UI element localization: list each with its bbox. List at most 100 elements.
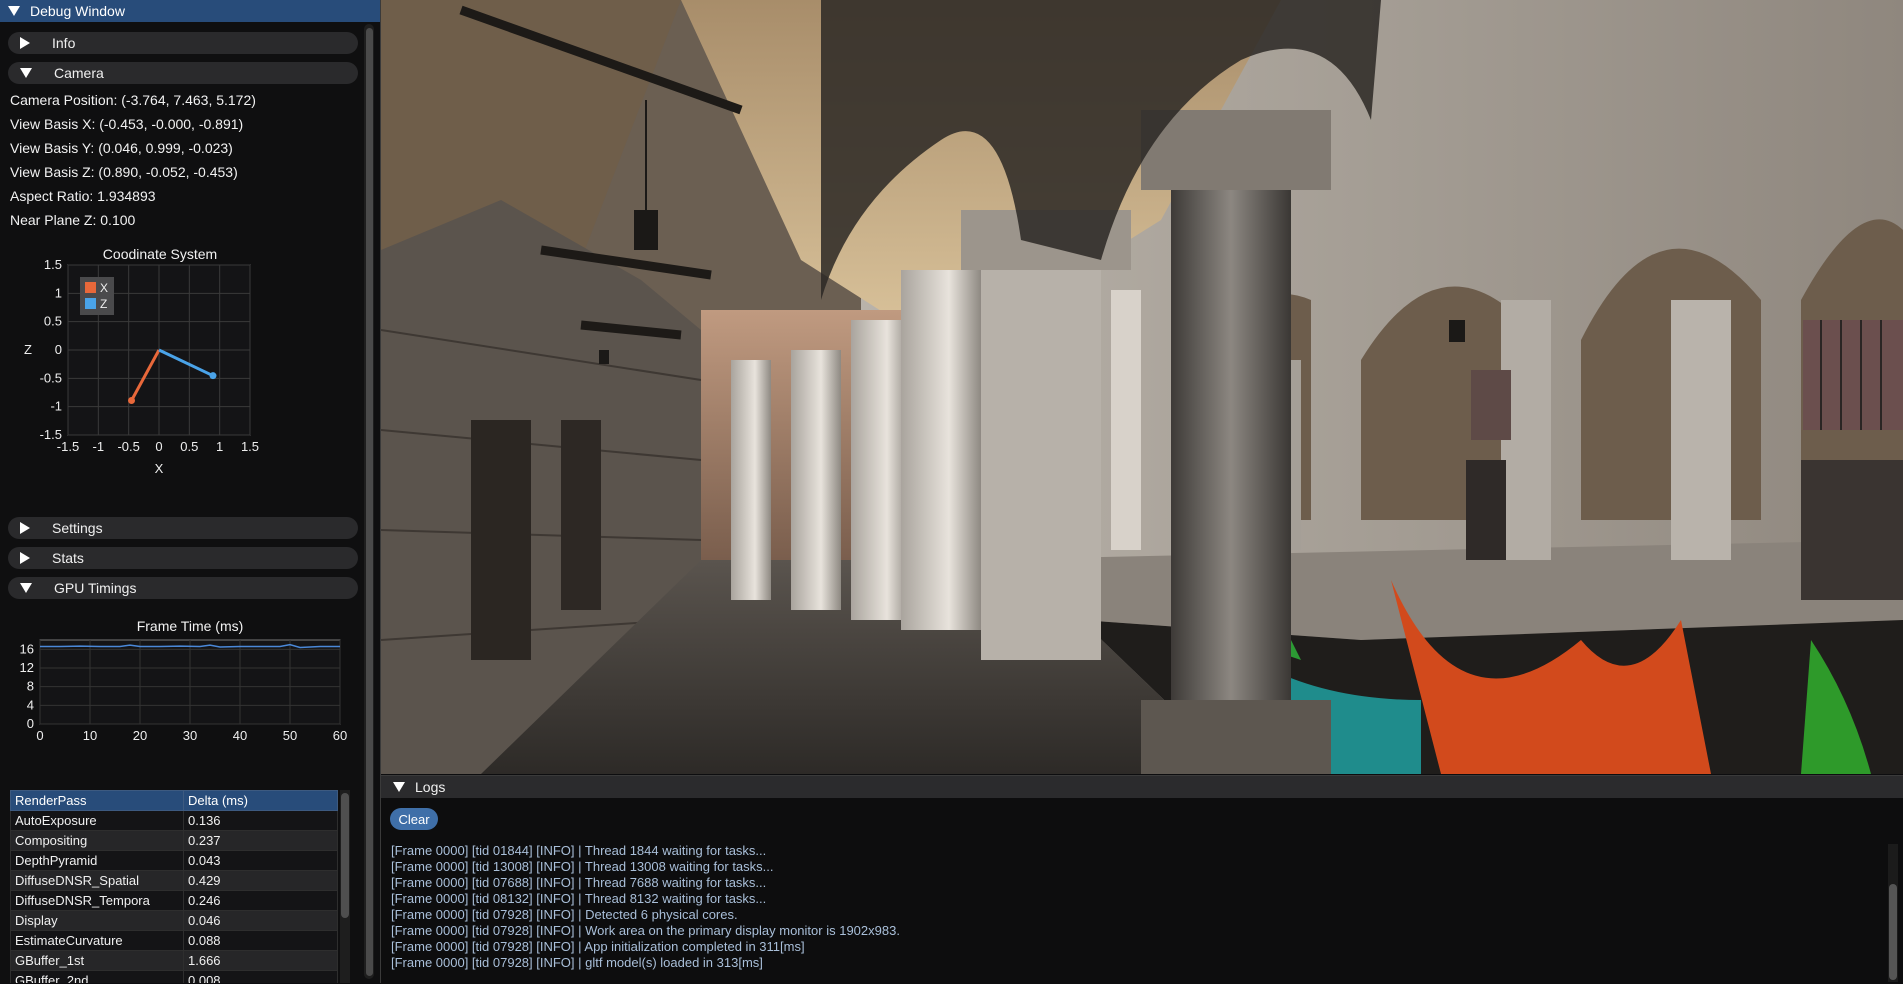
section-stats-label: Stats <box>52 550 84 566</box>
log-line: [Frame 0000] [tid 07928] [INFO] | gltf m… <box>391 955 763 970</box>
x-tick-label: 50 <box>283 728 297 743</box>
legend-swatch <box>85 298 96 309</box>
table-header-row: RenderPass Delta (ms) <box>10 790 338 811</box>
x-tick-label: -0.5 <box>117 439 139 454</box>
render-pass-name: Display <box>10 910 184 931</box>
y-tick-label: 0 <box>27 716 34 731</box>
view-basis-x: View Basis X: (-0.453, -0.000, -0.891) <box>10 116 244 132</box>
view-basis-y: View Basis Y: (0.046, 0.999, -0.023) <box>10 140 233 156</box>
log-line: [Frame 0000] [tid 07928] [INFO] | Work a… <box>391 923 900 938</box>
clear-logs-button[interactable]: Clear <box>390 808 438 830</box>
table-scrollbar-thumb[interactable] <box>341 793 349 918</box>
table-row: DiffuseDNSR_Spatial 0.429 <box>10 870 338 891</box>
render-pass-delta: 0.429 <box>183 870 338 891</box>
table-row: DepthPyramid 0.043 <box>10 850 338 871</box>
near-plane: Near Plane Z: 0.100 <box>10 212 136 228</box>
x-tick-label: 0.5 <box>180 439 198 454</box>
render-pass-name: GBuffer_2nd <box>10 970 184 983</box>
render-pass-name: GBuffer_1st <box>10 950 184 971</box>
aspect-ratio: Aspect Ratio: 1.934893 <box>10 188 156 204</box>
section-stats[interactable]: Stats <box>8 547 358 569</box>
expand-arrow-icon <box>20 37 30 49</box>
scene-viewport[interactable] <box>381 0 1903 774</box>
y-axis-label: Z <box>24 342 32 357</box>
section-gpu-timings[interactable]: GPU Timings <box>8 577 358 599</box>
column-header-delta[interactable]: Delta (ms) <box>183 790 338 811</box>
frame-time-plot-title: Frame Time (ms) <box>136 618 244 634</box>
table-row: GBuffer_2nd 0.008 <box>10 970 338 983</box>
x-tick-label: 60 <box>333 728 347 743</box>
render-pass-delta: 0.246 <box>183 890 338 911</box>
table-row: EstimateCurvature 0.088 <box>10 930 338 951</box>
y-tick-label: -1.5 <box>40 427 62 442</box>
render-pass-delta: 1.666 <box>183 950 338 971</box>
series-point-x <box>128 396 136 404</box>
x-tick-label: 10 <box>83 728 97 743</box>
render-pass-name: EstimateCurvature <box>10 930 184 951</box>
camera-position: Camera Position: (-3.764, 7.463, 5.172) <box>10 92 256 108</box>
legend-label: X <box>100 281 108 295</box>
expand-arrow-icon <box>20 552 30 564</box>
expand-arrow-icon <box>20 522 30 534</box>
sponza-scene-render <box>381 0 1903 774</box>
section-camera[interactable]: Camera <box>8 62 358 84</box>
render-pass-delta: 0.046 <box>183 910 338 931</box>
debug-scrollbar-thumb[interactable] <box>366 28 373 976</box>
x-tick-label: 20 <box>133 728 147 743</box>
log-line: [Frame 0000] [tid 13008] [INFO] | Thread… <box>391 859 774 874</box>
logs-scrollbar-thumb[interactable] <box>1889 884 1897 980</box>
table-row: Compositing 0.237 <box>10 830 338 851</box>
y-tick-label: 4 <box>27 697 34 712</box>
render-pass-table: RenderPass Delta (ms) AutoExposure 0.136 … <box>10 790 338 983</box>
render-pass-delta: 0.043 <box>183 850 338 871</box>
collapse-triangle-icon[interactable] <box>393 782 405 792</box>
logs-title-bar[interactable]: Logs <box>381 776 1903 798</box>
section-info-label: Info <box>52 35 76 51</box>
log-line: [Frame 0000] [tid 08132] [INFO] | Thread… <box>391 891 767 906</box>
y-tick-label: 16 <box>20 641 34 656</box>
render-pass-delta: 0.237 <box>183 830 338 851</box>
y-tick-label: 0 <box>55 342 62 357</box>
table-row: DiffuseDNSR_Tempora 0.246 <box>10 890 338 911</box>
render-pass-delta: 0.088 <box>183 930 338 951</box>
y-tick-label: 8 <box>27 679 34 694</box>
view-basis-z: View Basis Z: (0.890, -0.052, -0.453) <box>10 164 238 180</box>
section-info[interactable]: Info <box>8 32 358 54</box>
y-tick-label: 0.5 <box>44 314 62 329</box>
render-pass-name: DepthPyramid <box>10 850 184 871</box>
render-pass-delta: 0.008 <box>183 970 338 983</box>
series-point-z <box>209 372 217 380</box>
x-tick-label: 30 <box>183 728 197 743</box>
log-line: [Frame 0000] [tid 07688] [INFO] | Thread… <box>391 875 767 890</box>
y-tick-label: 1 <box>55 285 62 300</box>
frame-time-plot: 0 10 20 30 40 50 601612840 <box>20 639 347 743</box>
x-tick-label: 0 <box>36 728 43 743</box>
render-pass-name: DiffuseDNSR_Spatial <box>10 870 184 891</box>
section-settings-label: Settings <box>52 520 103 536</box>
debug-window: Debug Window Info Camera Camera Position… <box>0 0 381 983</box>
collapse-arrow-icon <box>20 68 32 78</box>
log-line: [Frame 0000] [tid 07928] [INFO] | Detect… <box>391 907 738 922</box>
render-pass-delta: 0.136 <box>183 810 338 831</box>
y-tick-label: -0.5 <box>40 370 62 385</box>
y-tick-label: 1.5 <box>44 260 62 272</box>
logs-title: Logs <box>415 779 446 795</box>
collapse-triangle-icon[interactable] <box>8 6 20 16</box>
column-header-renderpass[interactable]: RenderPass <box>10 790 184 811</box>
coordinate-system-plot: -1.5 -1 -0.5 0 0.5 1 1.51.510.50-0.5-1-1.5XZXZ <box>24 260 259 476</box>
x-tick-label: 40 <box>233 728 247 743</box>
table-row: AutoExposure 0.136 <box>10 810 338 831</box>
table-row: Display 0.046 <box>10 910 338 931</box>
section-camera-label: Camera <box>54 65 104 81</box>
x-tick-label: 1 <box>216 439 223 454</box>
y-tick-label: 12 <box>20 660 34 675</box>
section-gpu-timings-label: GPU Timings <box>54 580 137 596</box>
collapse-arrow-icon <box>20 583 32 593</box>
debug-window-title: Debug Window <box>30 3 125 19</box>
render-pass-name: DiffuseDNSR_Tempora <box>10 890 184 911</box>
x-tick-label: 1.5 <box>241 439 259 454</box>
section-settings[interactable]: Settings <box>8 517 358 539</box>
debug-window-title-bar[interactable]: Debug Window <box>0 0 380 22</box>
legend-swatch <box>85 282 96 293</box>
x-tick-label: -1 <box>93 439 105 454</box>
